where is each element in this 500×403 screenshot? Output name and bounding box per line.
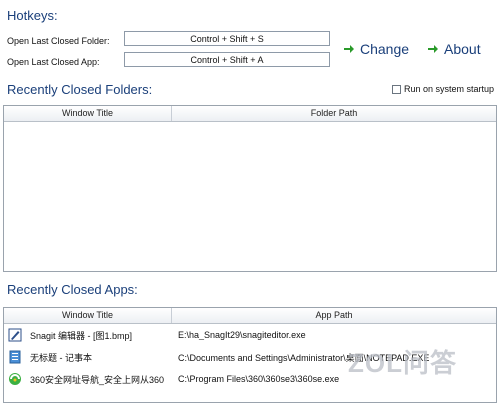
change-button[interactable]: Change <box>343 39 409 59</box>
360-browser-icon <box>8 372 22 386</box>
run-on-startup-checkbox[interactable]: Run on system startup <box>392 84 494 94</box>
open-last-app-hotkey-field[interactable]: Control + Shift + A <box>124 52 330 67</box>
recent-folders-table[interactable]: Window Title Folder Path <box>3 105 497 272</box>
app-window-title: 无标题 - 记事本 <box>30 352 92 363</box>
green-arrow-right-icon <box>427 43 439 55</box>
recent-apps-title: Recently Closed Apps: <box>7 282 138 297</box>
app-path: E:\ha_SnagIt29\snagiteditor.exe <box>178 330 306 340</box>
change-label: Change <box>360 41 410 57</box>
green-arrow-right-icon <box>343 43 355 55</box>
column-header-app-path[interactable]: App Path <box>172 308 496 323</box>
column-header-folder-path[interactable]: Folder Path <box>172 106 496 121</box>
open-last-folder-label: Open Last Closed Folder: <box>7 36 110 46</box>
snagit-editor-icon <box>8 328 22 342</box>
open-last-app-label: Open Last Closed App: <box>7 57 100 67</box>
apps-table-header: Window Title App Path <box>4 308 496 324</box>
watermark: ZOL问答 <box>348 348 457 378</box>
app-window-title: 360安全网址导航_安全上网从360 <box>30 374 165 385</box>
hotkeys-title: Hotkeys: <box>7 8 58 23</box>
column-header-window-title[interactable]: Window Title <box>4 106 172 121</box>
run-on-startup-label: Run on system startup <box>404 84 495 94</box>
about-label: About <box>444 41 481 57</box>
notepad-icon <box>8 350 22 364</box>
recent-folders-title: Recently Closed Folders: <box>7 82 153 97</box>
column-header-window-title[interactable]: Window Title <box>4 308 172 323</box>
open-last-folder-hotkey-field[interactable]: Control + Shift + S <box>124 31 330 46</box>
checkbox-box[interactable] <box>392 84 401 94</box>
about-button[interactable]: About <box>427 39 481 59</box>
app-window-title: Snagit 编辑器 - [图1.bmp] <box>30 330 133 341</box>
folders-table-header: Window Title Folder Path <box>4 106 496 122</box>
